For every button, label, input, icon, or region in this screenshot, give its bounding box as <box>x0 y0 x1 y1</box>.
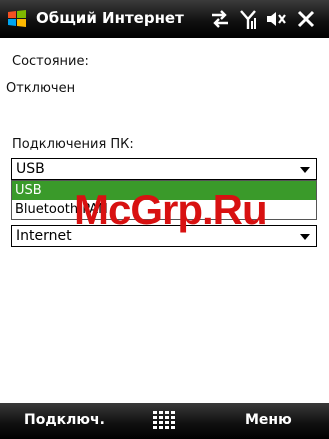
pc-connection-select[interactable]: USB <box>11 158 317 180</box>
windows-start-icon[interactable] <box>6 8 28 30</box>
menu-bar: Подключ. Меню <box>0 403 329 439</box>
signal-icon[interactable] <box>236 7 260 31</box>
keyboard-icon[interactable] <box>152 410 176 432</box>
title-bar: Общий Интернет <box>0 0 329 38</box>
menu-softkey[interactable]: Меню <box>245 412 292 428</box>
close-icon[interactable] <box>294 7 318 31</box>
connect-softkey[interactable]: Подключ. <box>24 412 105 428</box>
pc-connection-value: USB <box>16 161 45 177</box>
sync-arrows-icon[interactable] <box>208 7 232 31</box>
chevron-down-icon[interactable] <box>294 226 316 246</box>
network-value: Internet <box>16 228 72 244</box>
watermark: McGrp.Ru <box>74 186 268 233</box>
status-value: Отключен <box>6 81 76 96</box>
window-title: Общий Интернет <box>36 9 184 27</box>
status-label: Состояние: <box>12 54 89 69</box>
chevron-down-icon[interactable] <box>294 159 316 179</box>
speaker-mute-icon[interactable] <box>264 7 288 31</box>
pc-connection-label: Подключения ПК: <box>12 137 134 152</box>
